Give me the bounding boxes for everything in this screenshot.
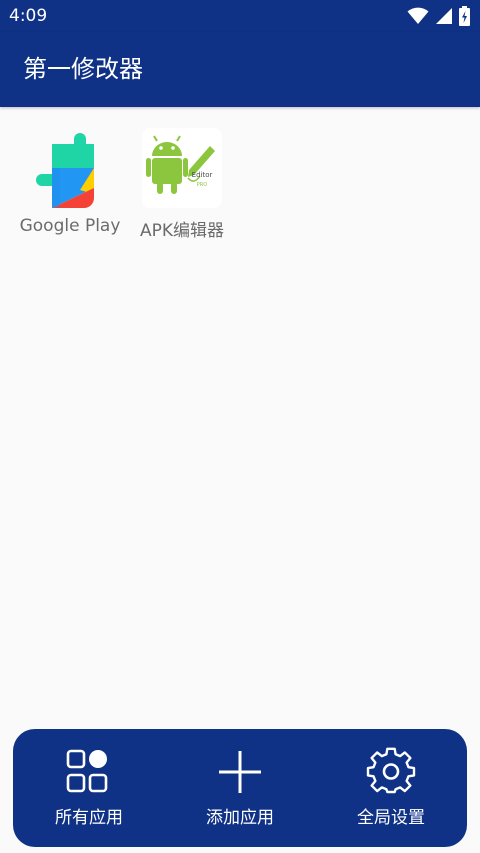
app-item-google-play[interactable]: Google Play <box>10 118 130 248</box>
page-title: 第一修改器 <box>23 55 143 83</box>
app-label: Google Play <box>19 216 121 236</box>
svg-text:Editor: Editor <box>192 171 213 179</box>
google-play-services-icon <box>36 133 94 208</box>
svg-text:PRO: PRO <box>197 182 207 188</box>
status-time: 4:09 <box>9 6 48 26</box>
nav-label: 全局设置 <box>357 808 425 828</box>
status-bar: 4:09 <box>0 0 480 32</box>
bottom-nav: 所有应用 添加应用 全局设置 <box>13 729 467 847</box>
app-label: APK编辑器 <box>139 221 225 241</box>
apps-grid-icon <box>66 749 108 793</box>
nav-add-app[interactable]: 添加应用 <box>180 747 300 837</box>
nav-all-apps[interactable]: 所有应用 <box>29 747 149 837</box>
plus-icon <box>219 751 261 793</box>
app-bar: 第一修改器 <box>0 32 480 107</box>
apk-editor-icon: Editor PRO <box>142 128 222 208</box>
app-item-apk-editor[interactable]: Editor PRO APK编辑器 <box>122 118 242 248</box>
nav-label: 所有应用 <box>55 808 123 828</box>
wifi-icon <box>407 7 429 24</box>
status-icons <box>407 6 470 26</box>
battery-charging-icon <box>459 6 470 26</box>
gear-icon <box>366 747 416 794</box>
nav-global-settings[interactable]: 全局设置 <box>331 747 451 837</box>
app-grid: Google Play Editor PRO APK编辑器 <box>10 118 234 248</box>
signal-icon <box>436 8 452 24</box>
nav-label: 添加应用 <box>206 808 274 828</box>
